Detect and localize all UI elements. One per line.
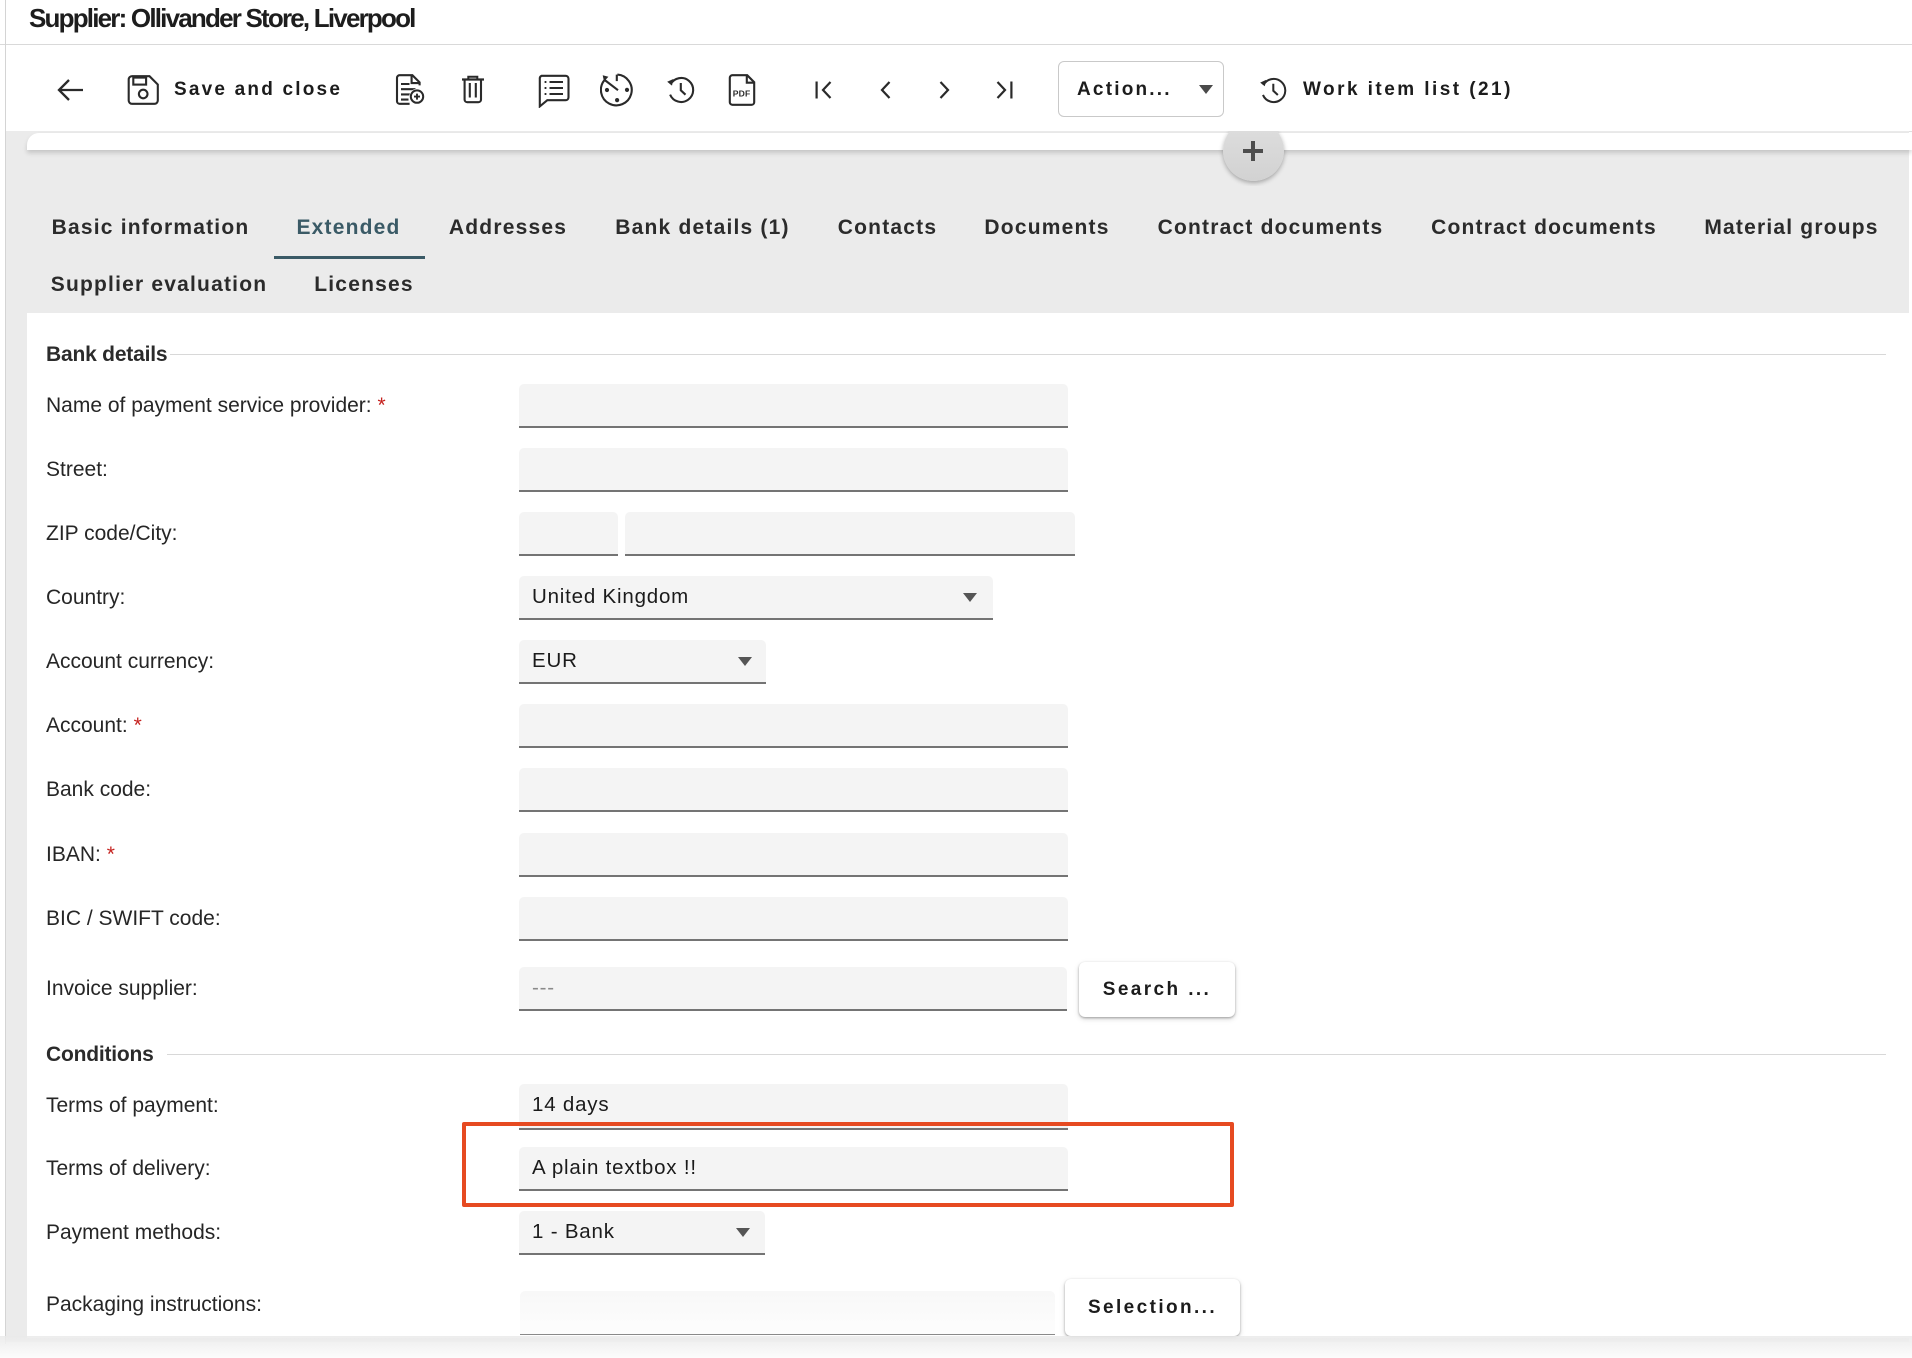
svg-text:PDF: PDF [733,89,751,99]
